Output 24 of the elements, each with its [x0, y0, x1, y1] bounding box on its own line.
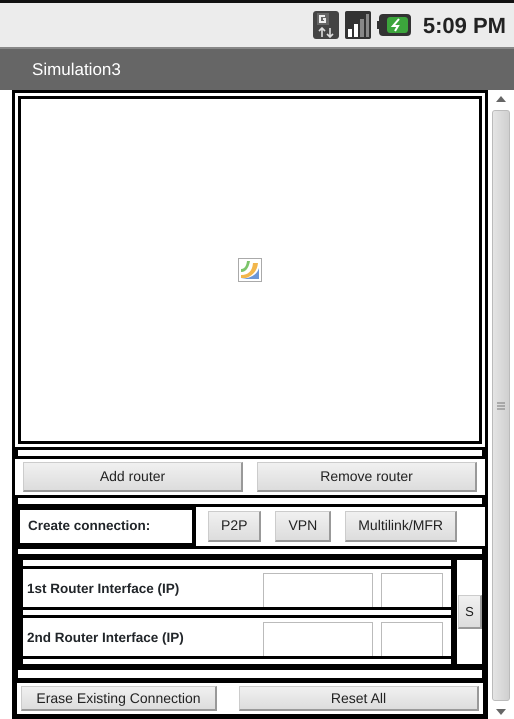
- connection-type-button[interactable]: P2P: [208, 511, 262, 542]
- scroll-up-icon[interactable]: [496, 96, 506, 102]
- app-logo-icon: [238, 258, 262, 282]
- connection-type-button[interactable]: VPN: [275, 511, 332, 542]
- action-button[interactable]: Erase Existing Connection: [21, 686, 217, 712]
- battery-icon: [376, 14, 411, 36]
- side-button[interactable]: S: [458, 595, 482, 630]
- scrollbar-thumb[interactable]: [492, 110, 510, 701]
- signal-icon: [344, 11, 371, 39]
- connection-type-button[interactable]: Multilink/MFR: [345, 511, 458, 542]
- ip-input-field[interactable]: [381, 622, 443, 656]
- connection-label: Create connection:: [20, 510, 192, 543]
- ip-input-field[interactable]: [381, 573, 443, 607]
- app-title: Simulation3: [32, 58, 121, 81]
- scroll-down-icon[interactable]: [496, 709, 506, 715]
- router-button[interactable]: Add router: [23, 462, 243, 492]
- interface-label: 1st Router Interface (IP): [26, 580, 180, 598]
- action-button[interactable]: Reset All: [239, 686, 479, 712]
- ip-input-field[interactable]: [263, 622, 373, 656]
- ip-input-field[interactable]: [263, 573, 373, 607]
- data-network-icon: [312, 11, 339, 39]
- router-button[interactable]: Remove router: [257, 462, 477, 492]
- clock: 5:09 PM: [422, 12, 506, 40]
- interface-label: 2nd Router Interface (IP): [26, 629, 185, 648]
